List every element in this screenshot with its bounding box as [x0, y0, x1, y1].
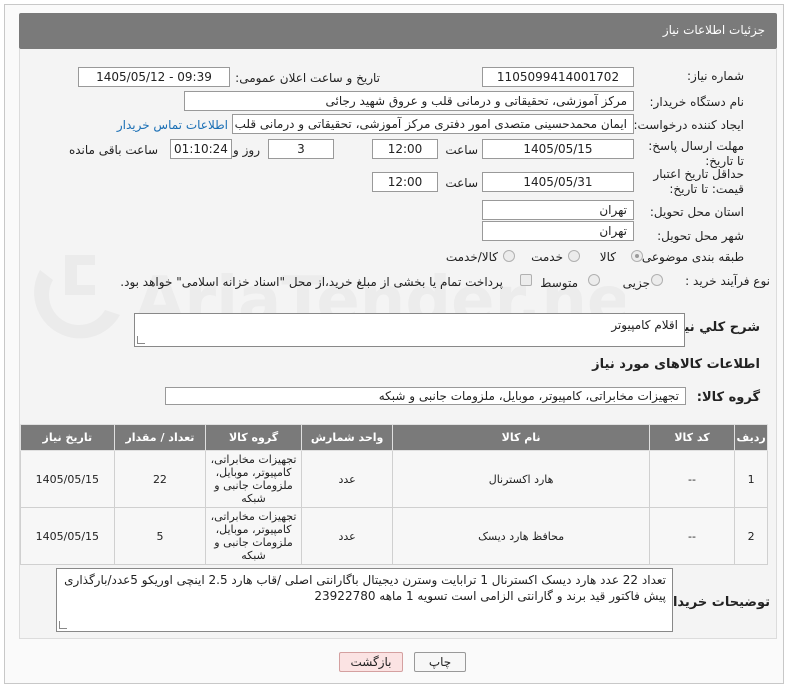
announce-label: تاریخ و ساعت اعلان عمومی: [235, 71, 380, 85]
treasury-payment-checkbox[interactable] [520, 274, 532, 286]
items-table: ردیف کد کالا نام کالا واحد شمارش گروه کا… [20, 424, 768, 565]
process-radio-minor[interactable] [651, 274, 663, 286]
process-radio-medium[interactable] [588, 274, 600, 286]
cell-date: 1405/05/15 [20, 450, 115, 508]
cell-unit: عدد [300, 507, 394, 565]
cell-code: -- [648, 507, 736, 565]
days-field: 3 [268, 139, 334, 159]
creator-label: ایجاد کننده درخواست: [633, 118, 744, 132]
need-number-label: شماره نیاز: [687, 69, 744, 83]
category-radio-service[interactable] [568, 250, 580, 262]
deadline-label: مهلت ارسال پاسخ: تا تاریخ: [648, 139, 744, 168]
cell-name: هارد اکسترنال [392, 450, 650, 508]
validity-time-field: 12:00 [372, 172, 438, 192]
cell-quantity: 22 [113, 450, 207, 508]
cell-row-number: 1 [734, 450, 768, 508]
remaining-time-field: 01:10:24 [170, 139, 232, 159]
cell-code: -- [648, 450, 736, 508]
col-header-code: کد کالا [648, 424, 736, 451]
col-header-name: نام کالا [392, 424, 650, 451]
summary-textarea[interactable]: اقلام کامپیوتر [134, 313, 685, 347]
group-label: گروه کالا: [696, 390, 760, 405]
cell-quantity: 5 [113, 507, 207, 565]
need-number-field: 1105099414001702 [482, 67, 634, 87]
resize-handle-icon[interactable] [59, 621, 67, 629]
print-button[interactable]: چاپ [414, 652, 466, 672]
cell-unit: عدد [300, 450, 394, 508]
city-label: شهر محل تحویل: [657, 229, 744, 243]
validity-time-label: ساعت [445, 176, 478, 190]
buyer-notes-textarea[interactable]: تعداد 22 عدد هارد دیسک اکسترنال 1 ترابای… [56, 568, 673, 632]
deadline-time-label: ساعت [445, 143, 478, 157]
buyer-contact-link[interactable]: اطلاعات تماس خریدار [117, 118, 228, 132]
goods-info-title: اطلاعات کالاهای مورد نیاز [592, 357, 760, 372]
category-radio-goods[interactable] [631, 250, 643, 262]
buyer-notes-label: توضیحات خریدار: [660, 595, 770, 610]
process-option-minor: جزیی [622, 276, 650, 290]
process-label: نوع فرآیند خرید : [685, 274, 770, 288]
city-field: تهران [482, 221, 634, 241]
col-header-row-number: ردیف [734, 424, 768, 451]
announce-date-field: 1405/05/12 - 09:39 [78, 67, 230, 87]
validity-label: حداقل تاریخ اعتبار قیمت: تا تاریخ: [653, 167, 744, 196]
category-option-goods: کالا [599, 250, 616, 264]
cell-name: محافظ هارد دیسک [392, 507, 650, 565]
category-label: طبقه بندی موضوعی: [637, 250, 744, 264]
group-field: تجهیزات مخابراتی، کامپیوتر، موبایل، ملزو… [165, 387, 686, 405]
cell-group: تجهیزات مخابراتی، کامپیوتر، موبایل، ملزو… [205, 507, 302, 565]
creator-field: ایمان محمدحسینی متصدی امور دفتری مرکز آم… [232, 114, 634, 134]
cell-date: 1405/05/15 [20, 507, 115, 565]
days-label: روز و [233, 143, 260, 157]
table-header-row: ردیف کد کالا نام کالا واحد شمارش گروه کا… [20, 424, 768, 451]
summary-text: اقلام کامپیوتر [611, 318, 678, 332]
category-radio-goods-service[interactable] [503, 250, 515, 262]
buyer-label: نام دستگاه خریدار: [649, 95, 745, 109]
col-header-group: گروه کالا [205, 424, 302, 451]
category-option-goods-service: کالا/خدمت [445, 250, 498, 264]
province-label: استان محل تحویل: [649, 205, 744, 219]
payment-note: پرداخت تمام یا بخشی از مبلغ خرید،از محل … [120, 275, 503, 289]
category-option-service: خدمت [531, 250, 563, 264]
cell-row-number: 2 [734, 507, 768, 565]
province-field: تهران [482, 200, 634, 220]
deadline-date-field: 1405/05/15 [482, 139, 634, 159]
col-header-date: تاریخ نیاز [20, 424, 115, 451]
back-button[interactable]: بازگشت [339, 652, 403, 672]
validity-date-field: 1405/05/31 [482, 172, 634, 192]
remaining-label: ساعت باقی مانده [68, 143, 158, 157]
deadline-time-field: 12:00 [372, 139, 438, 159]
process-option-medium: متوسط [540, 276, 578, 290]
cell-group: تجهیزات مخابراتی، کامپیوتر، موبایل، ملزو… [205, 450, 302, 508]
buyer-notes-text: تعداد 22 عدد هارد دیسک اکسترنال 1 ترابای… [64, 573, 666, 603]
col-header-unit: واحد شمارش [300, 424, 394, 451]
col-header-quantity: تعداد / مقدار [113, 424, 207, 451]
table-row: 2 -- محافظ هارد دیسک عدد تجهیزات مخابرات… [20, 507, 768, 565]
panel-header: جزئیات اطلاعات نیاز [19, 13, 777, 49]
resize-handle-icon[interactable] [137, 336, 145, 344]
table-row: 1 -- هارد اکسترنال عدد تجهیزات مخابراتی،… [20, 450, 768, 508]
buyer-field: مرکز آموزشی، تحقیقاتی و درمانی قلب و عرو… [184, 91, 634, 111]
